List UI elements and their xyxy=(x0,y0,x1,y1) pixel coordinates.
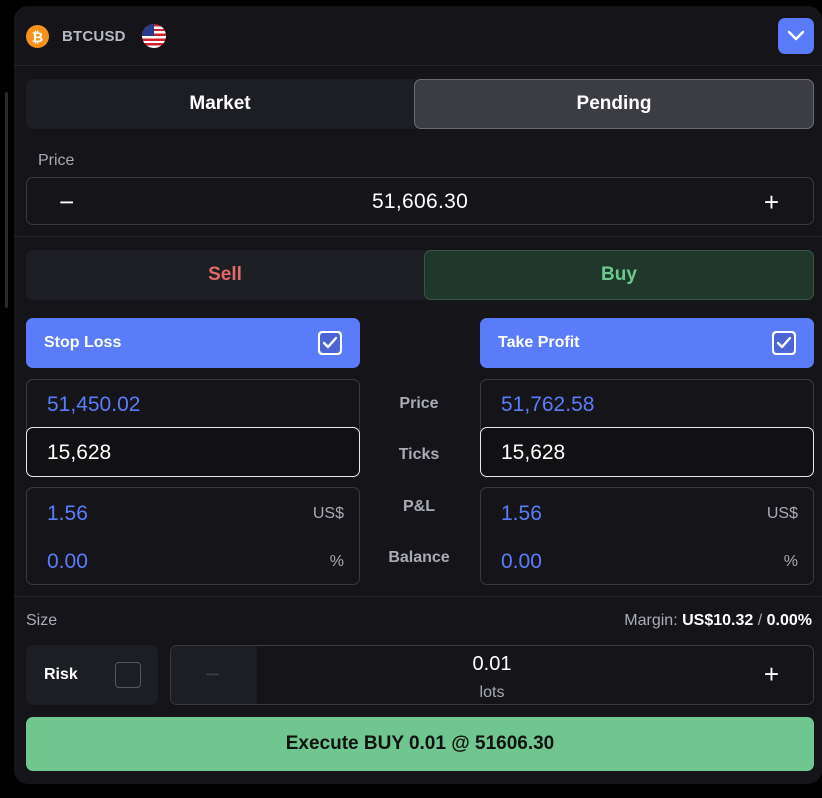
chevron-down-icon xyxy=(787,30,805,41)
stop-loss-ticks-input[interactable]: 15,628 xyxy=(47,441,111,465)
row-label-balance: Balance xyxy=(388,549,450,566)
collapse-button[interactable] xyxy=(778,18,814,54)
margin-value: US$10.32 xyxy=(682,612,754,629)
us-flag-icon xyxy=(142,24,166,48)
take-profit-price-group: 51,762.58 15,628 xyxy=(480,379,814,477)
take-profit-pnl-input[interactable]: 1.56 xyxy=(501,502,542,526)
price-stepper: − 51,606.30 + xyxy=(26,177,814,225)
stop-loss-pnl-group: 1.56 US$ 0.00 % xyxy=(26,487,360,585)
stop-loss-pnl-input[interactable]: 1.56 xyxy=(47,502,88,526)
size-label: Size xyxy=(26,612,58,629)
price-label: Price xyxy=(38,152,75,169)
checkmark-icon xyxy=(776,336,792,349)
take-profit-ticks-field[interactable]: 15,628 xyxy=(480,427,814,477)
divider xyxy=(14,596,822,597)
take-profit-pnl-group: 1.56 US$ 0.00 % xyxy=(480,487,814,585)
take-profit-label: Take Profit xyxy=(498,334,580,351)
lots-stepper: − 0.01 lots + xyxy=(170,645,814,705)
stop-loss-pnl-unit: US$ xyxy=(312,505,344,522)
row-label-price: Price xyxy=(399,395,439,412)
stop-loss-balance-unit: % xyxy=(329,553,344,570)
tab-buy[interactable]: Buy xyxy=(424,250,814,300)
stop-loss-balance-input[interactable]: 0.00 xyxy=(47,550,88,574)
row-label-pnl: P&L xyxy=(403,498,435,515)
lots-unit: lots xyxy=(479,684,505,701)
take-profit-toggle[interactable]: Take Profit xyxy=(480,318,814,368)
symbol-name: BTCUSD xyxy=(62,28,126,45)
stop-loss-price-group: 51,450.02 15,628 xyxy=(26,379,360,477)
stop-loss-checkbox[interactable] xyxy=(318,331,342,355)
lots-input[interactable]: 0.01 xyxy=(171,653,813,676)
stop-loss-price-input[interactable]: 51,450.02 xyxy=(47,393,140,417)
tab-sell[interactable]: Sell xyxy=(26,250,424,300)
take-profit-ticks-input[interactable]: 15,628 xyxy=(501,441,565,465)
price-increment-button[interactable]: + xyxy=(764,187,779,218)
risk-toggle[interactable]: Risk xyxy=(26,645,158,705)
order-panel: ₿ BTCUSD Market Pending Price − 51,606.3… xyxy=(14,6,822,784)
stop-loss-toggle[interactable]: Stop Loss xyxy=(26,318,360,368)
margin-separator: / xyxy=(757,612,763,629)
risk-checkbox[interactable] xyxy=(115,662,141,688)
left-scrollbar[interactable] xyxy=(5,92,8,308)
stop-loss-label: Stop Loss xyxy=(44,334,122,351)
price-input[interactable]: 51,606.30 xyxy=(27,190,813,214)
execute-button[interactable]: Execute BUY 0.01 @ 51606.30 xyxy=(26,717,814,771)
margin-info: Margin: US$10.32 / 0.00% xyxy=(624,612,812,630)
order-type-tabs: Market Pending xyxy=(26,79,814,129)
margin-label: Margin: xyxy=(624,612,678,629)
risk-label: Risk xyxy=(44,666,78,683)
take-profit-price-input[interactable]: 51,762.58 xyxy=(501,393,594,417)
lots-increment-button[interactable]: + xyxy=(764,659,779,690)
margin-percent: 0.00% xyxy=(766,612,812,629)
row-label-ticks: Ticks xyxy=(398,446,440,463)
tab-pending[interactable]: Pending xyxy=(414,79,814,129)
side-tabs: Sell Buy xyxy=(26,250,814,300)
divider xyxy=(14,236,822,237)
take-profit-balance-unit: % xyxy=(783,553,798,570)
take-profit-pnl-unit: US$ xyxy=(766,505,798,522)
checkmark-icon xyxy=(322,336,338,349)
bitcoin-icon: ₿ xyxy=(26,25,49,48)
panel-header: ₿ BTCUSD xyxy=(14,6,822,66)
take-profit-checkbox[interactable] xyxy=(772,331,796,355)
tab-market[interactable]: Market xyxy=(26,79,414,129)
take-profit-balance-input[interactable]: 0.00 xyxy=(501,550,542,574)
stop-loss-ticks-field[interactable]: 15,628 xyxy=(26,427,360,477)
